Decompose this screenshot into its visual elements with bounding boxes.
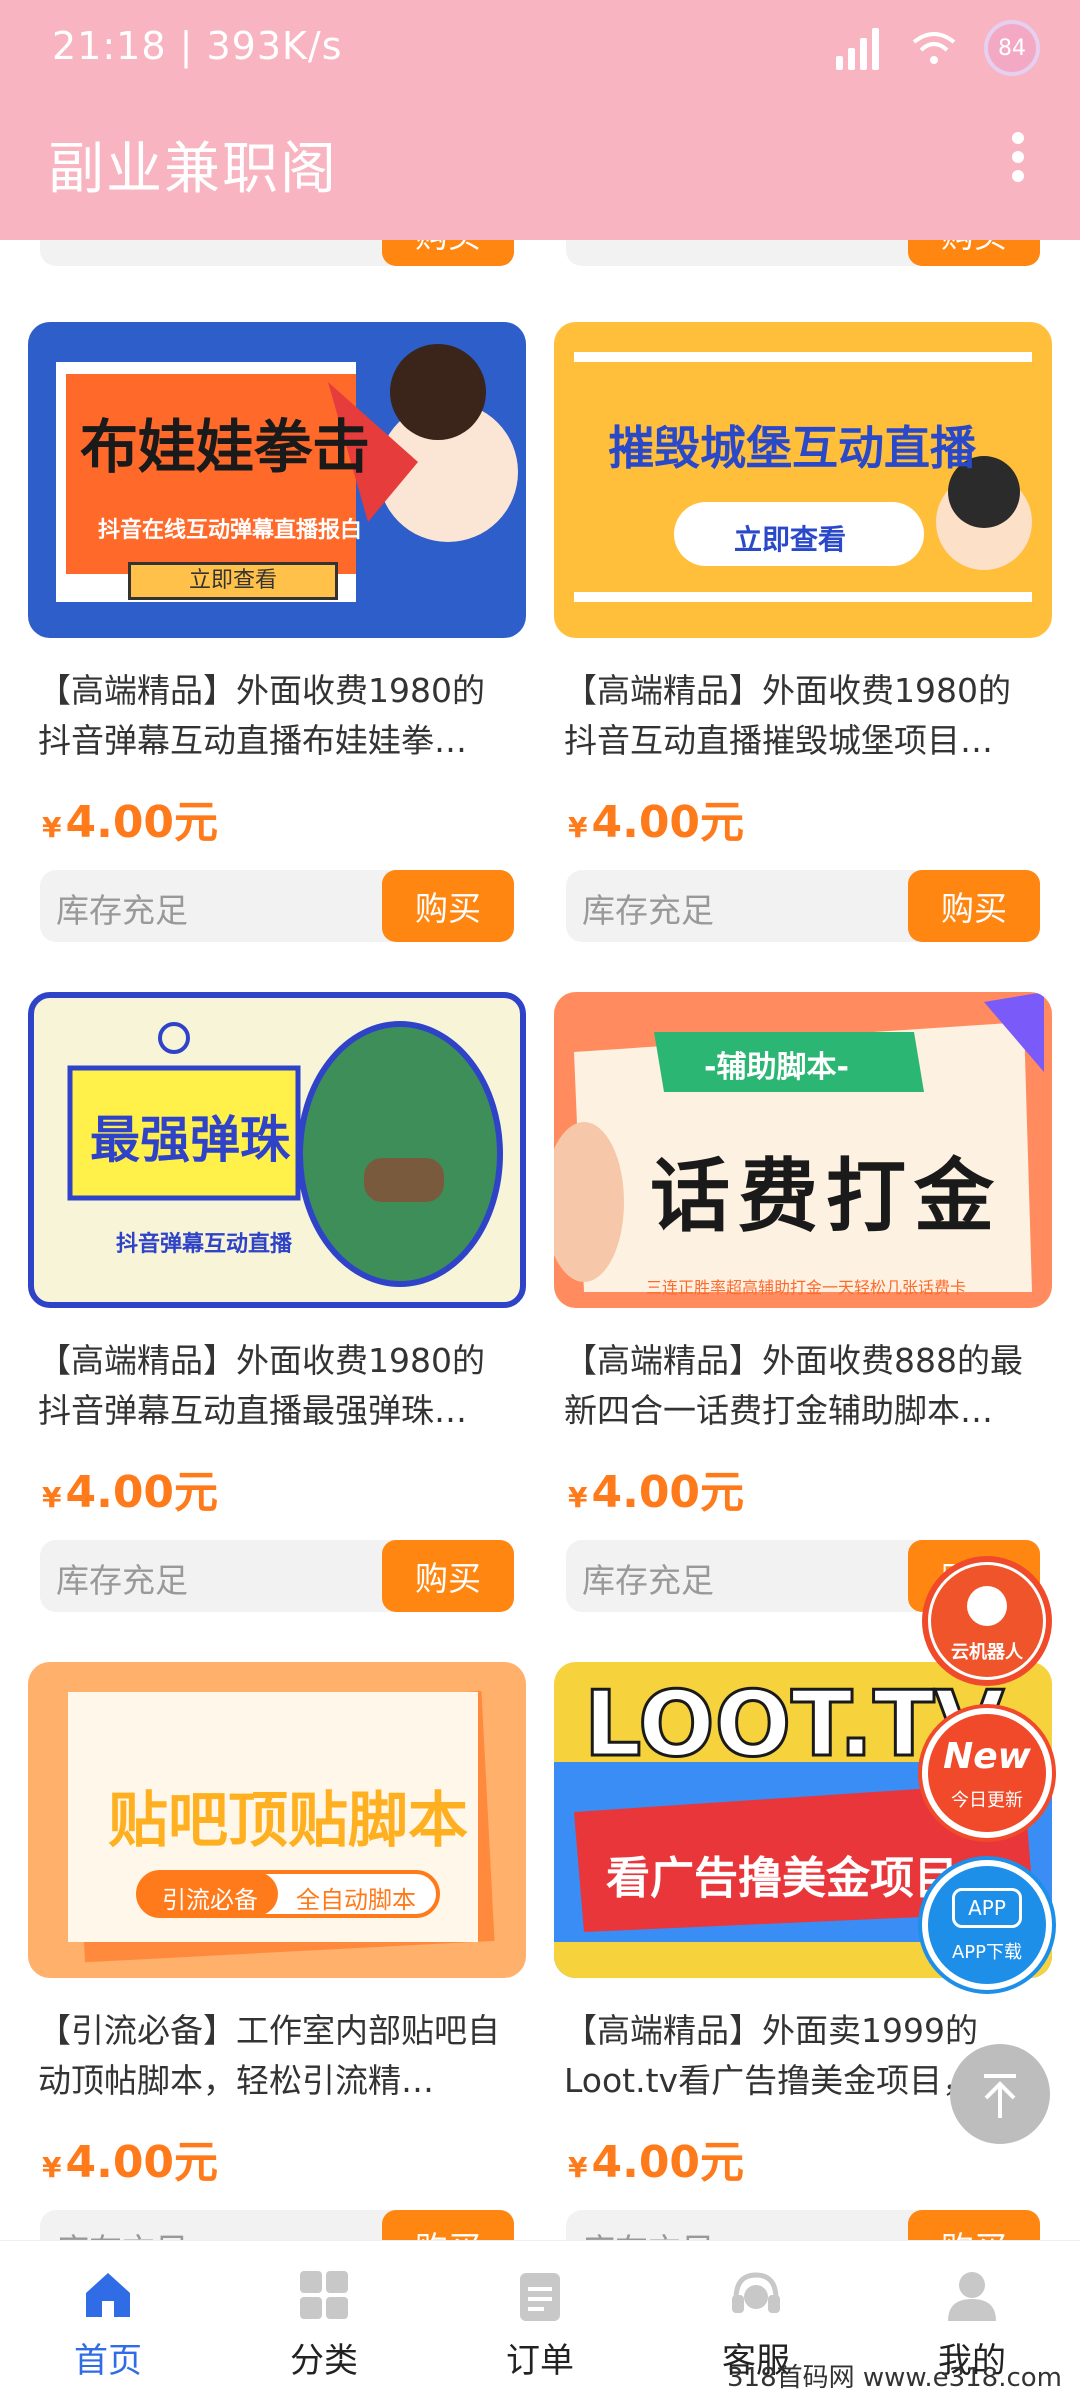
- nav-label: 首页: [74, 2341, 142, 2381]
- product-card[interactable]: -辅助脚本- 话费打金 三连正胜率超高辅助打金一天轻松几张话费卡 【高端精品】外…: [554, 992, 1052, 1612]
- product-title[interactable]: 【高端精品】外面收费888的最新四合一话费打金辅助脚本…: [554, 1336, 1052, 1436]
- product-image[interactable]: 摧毁城堡互动直播 立即查看: [554, 322, 1052, 638]
- product-price: ¥4.00元: [42, 2137, 219, 2188]
- art-sub-text: 看广告撸美金项目: [606, 1853, 958, 1904]
- art-main-text: 贴吧顶贴脚本: [108, 1786, 468, 1856]
- art-main-text: 摧毁城堡互动直播: [608, 421, 976, 475]
- product-card[interactable]: 布娃娃拳击 抖音在线互动弹幕直播报白 立即查看 【高端精品】外面收费1980的抖…: [28, 322, 526, 942]
- nav-label: 订单: [506, 2341, 574, 2381]
- nav-item-orders[interactable]: 订单: [432, 2241, 648, 2400]
- product-image[interactable]: -辅助脚本- 话费打金 三连正胜率超高辅助打金一天轻松几张话费卡: [554, 992, 1052, 1308]
- app-label: APP: [952, 1888, 1022, 1928]
- art-button: 立即查看: [734, 523, 847, 556]
- nav-label: 分类: [290, 2341, 358, 2381]
- art-sub-text-1: 引流必备: [162, 1886, 258, 1914]
- wifi-icon: [912, 32, 956, 64]
- more-menu-icon[interactable]: [1012, 132, 1026, 182]
- art-sub-text: 抖音在线互动弹幕直播报白: [98, 518, 363, 543]
- nav-item-home[interactable]: 首页: [0, 2241, 216, 2400]
- product-action-bar: 库存充足 购买: [40, 870, 514, 942]
- product-action-bar: 库存充足 购买: [566, 870, 1040, 942]
- robot-float-button[interactable]: 云机器人: [922, 1556, 1052, 1686]
- nav-item-category[interactable]: 分类: [216, 2241, 432, 2400]
- app-header: 21:18 | 393K/s 84 副业兼职阁: [0, 0, 1080, 240]
- art-sub-text: 三连正胜率超高辅助打金一天轻松几张话费卡: [646, 1278, 967, 1297]
- new-float-button[interactable]: New 今日更新: [922, 1708, 1052, 1838]
- product-card[interactable]: 最强弹珠 抖音弹幕互动直播 【高端精品】外面收费1980的抖音弹幕互动直播最强弹…: [28, 992, 526, 1612]
- product-title[interactable]: 【高端精品】外面收费1980的抖音互动直播摧毁城堡项目…: [554, 666, 1052, 766]
- grid-icon: [300, 2271, 348, 2319]
- product-title[interactable]: 【高端精品】外面收费1980的抖音弹幕互动直播布娃娃拳…: [28, 666, 526, 766]
- headset-icon: [732, 2272, 780, 2313]
- back-to-top-button[interactable]: [950, 2044, 1050, 2144]
- buy-button[interactable]: 购买: [382, 1540, 514, 1612]
- art-sub-text: 抖音弹幕互动直播: [116, 1232, 293, 1257]
- home-icon: [86, 2273, 130, 2317]
- app-download-float-button[interactable]: APP APP下载: [922, 1860, 1052, 1990]
- product-title[interactable]: 【引流必备】工作室内部贴吧自动顶帖脚本，轻松引流精…: [28, 2006, 526, 2106]
- new-sub-label: 今日更新: [951, 1790, 1023, 1811]
- buy-button[interactable]: 购买: [382, 870, 514, 942]
- screen: 21:18 | 393K/s 84 副业兼职阁 购买 购买: [0, 0, 1080, 2400]
- clipboard-icon: [520, 2273, 560, 2321]
- buy-button[interactable]: 购买: [908, 870, 1040, 942]
- stock-status: 库存充足: [56, 891, 188, 930]
- robot-label: 云机器人: [951, 1642, 1023, 1663]
- product-price: ¥4.00元: [42, 797, 219, 848]
- product-card[interactable]: 摧毁城堡互动直播 立即查看 【高端精品】外面收费1980的抖音互动直播摧毁城堡项…: [554, 322, 1052, 942]
- product-price: ¥4.00元: [568, 1467, 745, 1518]
- product-image[interactable]: 布娃娃拳击 抖音在线互动弹幕直播报白 立即查看: [28, 322, 526, 638]
- product-image[interactable]: 贴吧顶贴脚本 引流必备 全自动脚本: [28, 1662, 526, 1978]
- art-button: 立即查看: [128, 562, 338, 600]
- status-time: 21:18 | 393K/s: [52, 24, 343, 68]
- art-sub-text-2: 全自动脚本: [296, 1886, 416, 1914]
- stock-status: 库存充足: [582, 891, 714, 930]
- watermark: 318首码网 www.e318.com: [727, 2363, 1062, 2393]
- signal-icon: [836, 26, 884, 70]
- app-sub-label: APP下载: [951, 1942, 1023, 1963]
- art-main-text: 布娃娃拳击: [80, 413, 371, 481]
- art-main-text: 最强弹珠: [90, 1111, 290, 1169]
- stock-status: 库存充足: [56, 1561, 188, 1600]
- stock-status: 库存充足: [582, 1561, 714, 1600]
- battery-icon: 84: [984, 20, 1040, 76]
- new-label: New: [943, 1736, 1031, 1777]
- art-tag-text: -辅助脚本-: [704, 1050, 849, 1085]
- product-price: ¥4.00元: [568, 797, 745, 848]
- product-action-bar: 库存充足 购买: [40, 1540, 514, 1612]
- page-title: 副业兼职阁: [48, 137, 338, 202]
- product-card[interactable]: 贴吧顶贴脚本 引流必备 全自动脚本 【引流必备】工作室内部贴吧自动顶帖脚本，轻松…: [28, 1662, 526, 2282]
- art-main-text: 话费打金: [650, 1150, 1002, 1243]
- status-icons: 84: [836, 20, 1040, 76]
- user-icon: [948, 2272, 996, 2321]
- product-image[interactable]: 最强弹珠 抖音弹幕互动直播: [28, 992, 526, 1308]
- product-price: ¥4.00元: [42, 1467, 219, 1518]
- arrow-up-icon: [984, 2074, 1016, 2118]
- product-title[interactable]: 【高端精品】外面收费1980的抖音弹幕互动直播最强弹珠…: [28, 1336, 526, 1436]
